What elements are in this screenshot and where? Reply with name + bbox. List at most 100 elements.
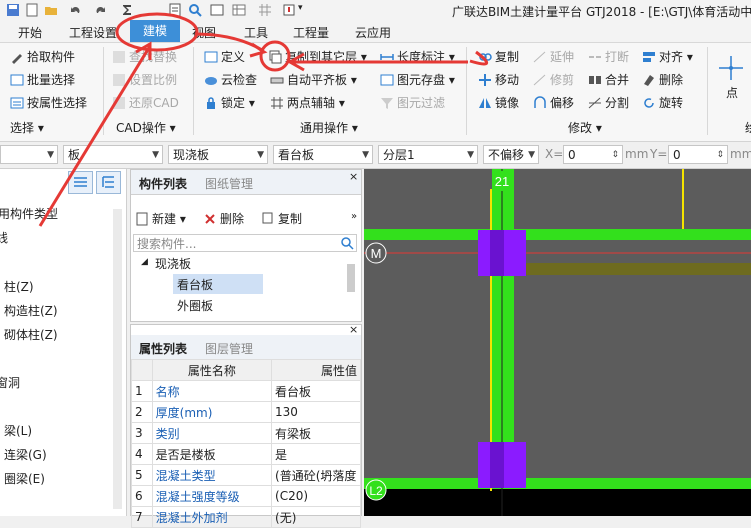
property-value[interactable]: 看台板 — [271, 380, 361, 402]
x-input[interactable]: 0 ⇕ — [563, 145, 623, 164]
move-button[interactable]: 移动 — [478, 71, 519, 88]
layer-select[interactable]: 分层1 ▼ — [378, 145, 478, 164]
olive-beam[interactable] — [524, 263, 751, 275]
type-select[interactable]: 现浇板 ▼ — [168, 145, 268, 164]
find-replace-button[interactable]: 查找替换 — [112, 48, 177, 65]
offset-button[interactable]: 偏移 — [533, 94, 574, 111]
copy-button[interactable]: 复制 — [478, 48, 519, 65]
property-row[interactable]: 1 名称 看台板 — [131, 380, 361, 402]
component-select[interactable]: 看台板 ▼ — [273, 145, 373, 164]
nav-item-window-opening[interactable]: 窗洞 — [0, 374, 20, 391]
view-icon[interactable] — [210, 3, 224, 17]
close-panel-icon[interactable]: × — [349, 170, 358, 183]
component-search-input[interactable]: 搜索构件... — [133, 234, 357, 252]
canvas-drawing[interactable]: 21 M L2 — [364, 169, 751, 516]
floor-select[interactable]: ▼ — [0, 145, 58, 164]
split-button[interactable]: 分割 — [588, 94, 629, 111]
copy-component-button[interactable]: 复制 — [261, 210, 302, 227]
group-cad[interactable]: CAD操作 ▾ — [116, 119, 176, 136]
property-row[interactable]: 2 厚度(mm) 130 — [131, 401, 361, 423]
tree-item-outer-slab[interactable]: 外圈板 — [177, 297, 213, 314]
property-value[interactable]: 有梁板 — [271, 422, 361, 444]
new-file-icon[interactable] — [25, 3, 39, 17]
nav-item-beam[interactable]: 梁(L) — [4, 422, 32, 439]
rotate-button[interactable]: 旋转 — [642, 94, 683, 111]
tree-item-stand-slab[interactable]: 看台板 — [177, 276, 213, 293]
property-value[interactable]: (普通砼(坍落度 — [271, 464, 361, 486]
define-button[interactable]: 定义 — [204, 48, 245, 65]
nav-item-column[interactable]: 柱(Z) — [4, 278, 34, 295]
export-icon[interactable] — [282, 3, 296, 17]
property-value[interactable]: 130 — [271, 401, 361, 423]
group-general[interactable]: 通用操作 ▾ — [300, 119, 358, 136]
left-nav-scrollbar[interactable] — [113, 209, 122, 509]
tree-view-button[interactable] — [96, 171, 121, 194]
redo-icon[interactable] — [94, 3, 108, 17]
tab-component-list[interactable]: 构件列表 — [139, 175, 187, 192]
table-icon[interactable] — [232, 3, 246, 17]
sum-icon[interactable] — [120, 3, 134, 17]
menu-quantity[interactable]: 工程量 — [293, 24, 329, 41]
quick-access-dropdown-icon[interactable]: ▾ — [298, 3, 303, 13]
delete-button[interactable]: 删除 — [642, 71, 683, 88]
undo-icon[interactable] — [68, 3, 82, 17]
open-folder-icon[interactable] — [44, 3, 58, 17]
group-modify[interactable]: 修改 ▾ — [568, 119, 602, 136]
property-value[interactable]: 是 — [271, 443, 361, 465]
two-point-axis-button[interactable]: 两点辅轴 ▾ — [270, 94, 345, 111]
find-icon[interactable] — [188, 3, 202, 17]
report-icon[interactable] — [168, 3, 182, 17]
property-value[interactable]: (C20) — [271, 485, 361, 507]
save-icon[interactable] — [6, 3, 20, 17]
nav-item-ring-beam[interactable]: 圈梁(E) — [4, 470, 45, 487]
nav-item-masonry-column[interactable]: 砌体柱(Z) — [4, 326, 58, 343]
property-row[interactable]: 3 类别 有梁板 — [131, 422, 361, 444]
property-row[interactable]: 4 是否是楼板是 — [131, 443, 361, 465]
component-scrollbar[interactable] — [347, 264, 355, 292]
menu-tools[interactable]: 工具 — [244, 24, 268, 41]
menu-start[interactable]: 开始 — [18, 24, 42, 41]
property-row[interactable]: 5 混凝土类型 (普通砼(坍落度 — [131, 464, 361, 486]
drawing-canvas[interactable]: 21 M L2 — [364, 169, 751, 516]
menu-modeling[interactable]: 建模 — [130, 20, 180, 42]
tree-collapse-icon[interactable]: ◢ — [141, 257, 148, 267]
select-by-attr-button[interactable]: 按属性选择 — [10, 94, 87, 111]
search-icon[interactable] — [341, 237, 354, 250]
menu-cloud[interactable]: 云应用 — [355, 24, 391, 41]
length-label-button[interactable]: 长度标注 ▾ — [380, 48, 455, 65]
green-beam-bottom[interactable] — [364, 478, 751, 489]
mirror-button[interactable]: 镜像 — [478, 94, 519, 111]
restore-cad-button[interactable]: 还原CAD — [112, 94, 179, 111]
copy-to-other-floor-button[interactable]: 复制到其它层 ▾ — [268, 48, 367, 65]
property-row[interactable]: 6 混凝土强度等级 (C20) — [131, 485, 361, 507]
green-beam-top[interactable] — [364, 229, 751, 240]
more-icon[interactable]: » — [351, 211, 357, 222]
grid-icon[interactable] — [258, 3, 272, 17]
nav-item-coupling-beam[interactable]: 连梁(G) — [4, 446, 47, 463]
auto-level-slab-button[interactable]: 自动平齐板 ▾ — [270, 71, 357, 88]
trim-button[interactable]: 修剪 — [533, 71, 574, 88]
batch-select-button[interactable]: 批量选择 — [10, 71, 75, 88]
new-component-button[interactable]: 新建 ▾ — [135, 210, 186, 227]
tab-drawing-management[interactable]: 图纸管理 — [205, 175, 253, 192]
lock-button[interactable]: 锁定 ▾ — [204, 94, 255, 111]
pick-component-button[interactable]: 拾取构件 — [10, 48, 75, 65]
extend-button[interactable]: 延伸 — [533, 48, 574, 65]
set-ratio-button[interactable]: 设置比例 — [112, 71, 177, 88]
point-draw-button[interactable]: 点 — [726, 84, 738, 101]
save-element-button[interactable]: 图元存盘 ▾ — [380, 71, 455, 88]
nav-item-line[interactable]: 线 — [0, 229, 8, 246]
tab-property-list[interactable]: 属性列表 — [139, 340, 187, 357]
nav-item-constructional-column[interactable]: 构造柱(Z) — [4, 302, 58, 319]
break-button[interactable]: 打断 — [588, 48, 629, 65]
property-value[interactable]: (无) — [271, 506, 361, 528]
merge-button[interactable]: 合并 — [588, 71, 629, 88]
category-select[interactable]: 板 ▼ — [63, 145, 163, 164]
element-filter-button[interactable]: 图元过滤 — [380, 94, 445, 111]
tree-root-cast-slab[interactable]: 现浇板 — [155, 255, 191, 272]
delete-component-button[interactable]: 删除 — [203, 210, 244, 227]
property-row[interactable]: 7 混凝土外加剂 (无) — [131, 506, 361, 528]
menu-view[interactable]: 视图 — [192, 24, 216, 41]
list-view-button[interactable] — [68, 171, 93, 194]
offset-mode-select[interactable]: 不偏移 ▼ — [483, 145, 539, 164]
